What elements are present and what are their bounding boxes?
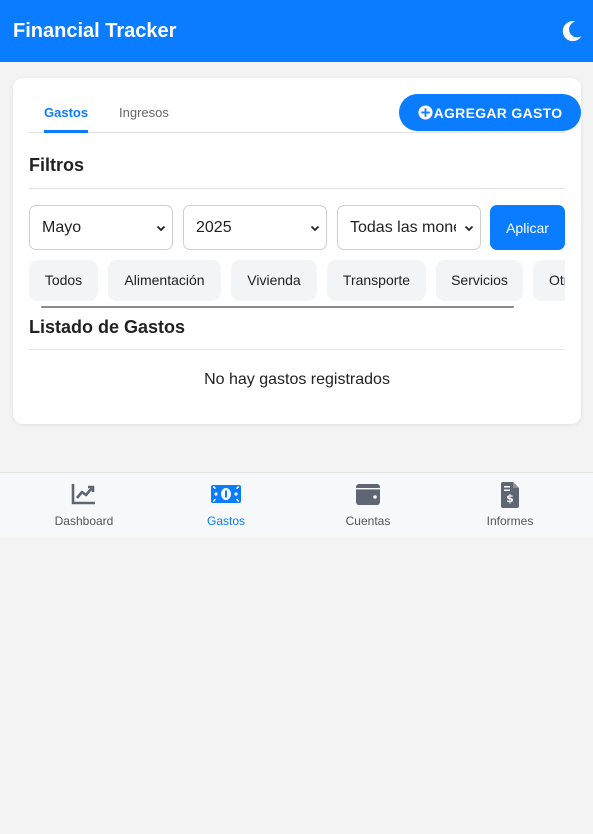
nav-label: Informes [486,514,534,528]
currency-value: Todas las monedas [350,219,456,236]
nav-label: Gastos [206,514,245,528]
category-chip-todos[interactable]: Todos [29,260,98,301]
add-expense-button[interactable]: AGREGAR GASTO [399,94,581,131]
category-chip-otros[interactable]: Otros [533,260,565,301]
invoice-dollar-icon: $ [501,482,519,508]
divider [29,349,565,350]
money-bill-icon [211,485,241,503]
month-select[interactable]: Mayo [29,205,173,250]
plus-circle-icon [418,105,433,120]
app-header: Financial Tracker [0,0,593,62]
chevron-down-icon [156,225,166,232]
divider [29,188,565,189]
tab-gastos[interactable]: Gastos [44,105,89,133]
filters-title: Filtros [29,155,85,175]
tab-ingresos[interactable]: Ingresos [119,105,169,133]
chevron-down-icon [310,225,320,232]
category-chip-servicios[interactable]: Servicios [436,260,523,301]
add-expense-label: AGREGAR GASTO [433,104,563,121]
expense-list-title: Listado de Gastos [29,317,186,337]
nav-item-dashboard[interactable]: Dashboard [13,473,155,539]
category-chip-transporte[interactable]: Transporte [327,260,426,301]
moon-icon[interactable] [560,19,584,43]
year-select[interactable]: 2025 [183,205,327,250]
nav-item-cuentas[interactable]: Cuentas [297,473,439,539]
year-value: 2025 [196,219,232,236]
expenses-card: Gastos Ingresos AGREGAR GASTO Filtros Ma… [13,78,581,424]
nav-label: Dashboard [54,514,114,528]
nav-item-informes[interactable]: $ Informes [439,473,581,539]
wallet-icon [356,484,380,505]
nav-item-gastos[interactable]: Gastos [155,473,297,539]
empty-state-message: No hay gastos registrados [204,371,390,388]
chips-scrollbar[interactable] [41,306,514,308]
app-title: Financial Tracker [13,20,177,42]
bottom-navigation: Dashboard Gastos Cuentas $ Informes [0,472,593,538]
category-chips[interactable]: Todos Alimentación Vivienda Transporte S… [29,260,565,310]
tab-bar: Gastos Ingresos AGREGAR GASTO [29,78,581,133]
apply-button[interactable]: Aplicar [490,205,565,250]
category-chip-alimentacion[interactable]: Alimentación [108,260,221,301]
svg-text:$: $ [506,492,514,505]
chevron-down-icon [464,225,474,232]
chart-line-icon [71,484,95,505]
month-value: Mayo [42,219,82,236]
nav-label: Cuentas [345,514,391,528]
category-chip-vivienda[interactable]: Vivienda [231,260,317,301]
currency-select[interactable]: Todas las monedas [337,205,481,250]
